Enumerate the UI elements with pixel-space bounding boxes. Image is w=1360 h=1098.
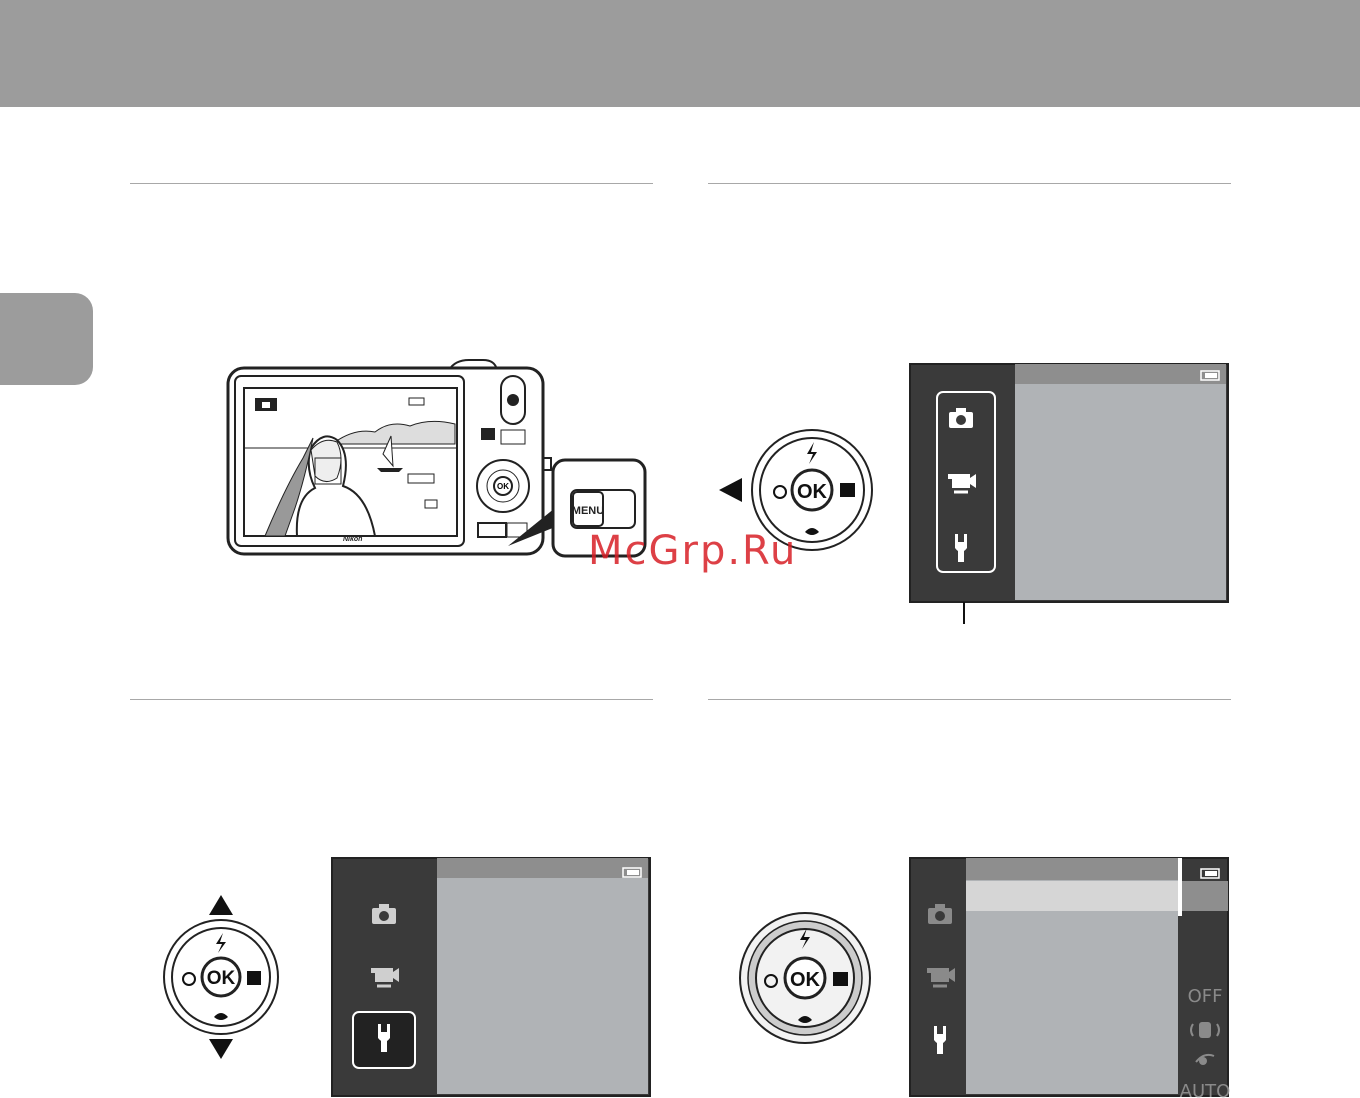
menu-screen-setup-selected bbox=[331, 857, 651, 1097]
chapter-tab bbox=[0, 293, 93, 385]
section-rule bbox=[130, 699, 653, 700]
svg-text:OK: OK bbox=[497, 482, 509, 491]
left-arrow-icon bbox=[719, 478, 742, 502]
camera-back-illustration: Nikon OK MENU bbox=[226, 359, 647, 558]
section-rule bbox=[708, 183, 1231, 184]
multi-selector-ok-press: OK bbox=[739, 912, 871, 1044]
setup-menu-screen: OFF AUTO bbox=[909, 857, 1231, 1098]
section-rule bbox=[708, 699, 1231, 700]
down-arrow-icon bbox=[209, 1039, 233, 1059]
ok-label: OK bbox=[207, 968, 236, 989]
ok-label: OK bbox=[790, 969, 821, 991]
header-band bbox=[0, 0, 1360, 107]
watermark: McGrp.Ru bbox=[588, 528, 798, 574]
menu-screen-icons-highlighted bbox=[909, 363, 1229, 624]
section-rule bbox=[130, 183, 653, 184]
camera-brand-text: Nikon bbox=[343, 536, 362, 543]
ok-label: OK bbox=[797, 481, 828, 503]
lcd-screen bbox=[243, 387, 458, 537]
up-arrow-icon bbox=[209, 895, 233, 915]
menu-button-label: MENU bbox=[572, 505, 604, 517]
off-value: OFF bbox=[1188, 986, 1223, 1007]
auto-value: AUTO bbox=[1180, 1081, 1231, 1098]
multi-selector-up-down: OK bbox=[163, 895, 279, 1059]
